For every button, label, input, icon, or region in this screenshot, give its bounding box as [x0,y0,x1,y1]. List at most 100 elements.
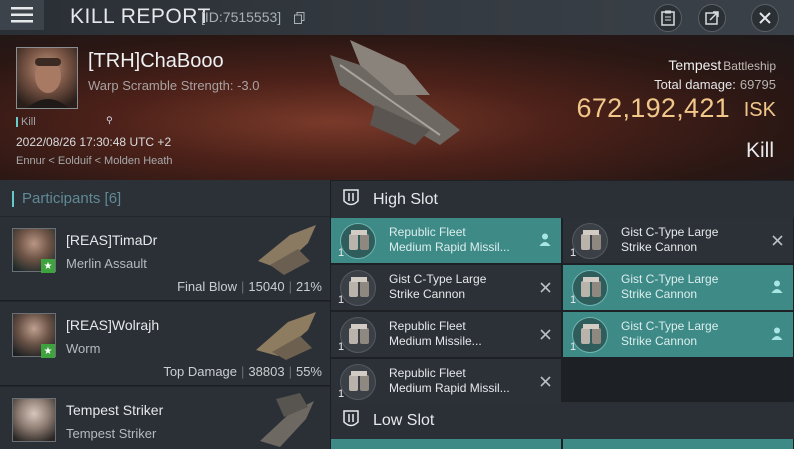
module-name-line1: Gist C-Type Large [389,272,487,286]
high-slot-icon [343,189,359,206]
ship-class: Battleship [723,59,776,73]
high-slot-module[interactable]: 1 Republic Fleet Medium Missile... [331,312,561,357]
module-name-line2: Medium Rapid Missil... [389,381,510,395]
module-name-line2: Medium Missile... [389,334,482,348]
victim-avatar[interactable] [16,47,78,109]
module-name: Gist C-Type Large Strike Cannon [621,319,761,349]
star-icon: ★ [41,344,55,358]
participants-label: Participants [22,190,101,207]
ship-name: Tempest [668,57,722,73]
participant-ship: Worm [66,341,101,356]
top-bar: KILL REPORT [ID:7515553] [0,0,794,35]
module-quantity: 1 [338,247,345,259]
module-quantity: 1 [338,341,345,353]
module-name: Gist C-Type Large Strike Cannon [621,225,761,255]
module-quantity: 1 [570,247,577,259]
high-slot-module[interactable]: 1 Gist C-Type Large Strike Cannon [563,312,793,357]
participant-name: [REAS]TimaDr [66,232,158,248]
module-name-line2: Strike Cannon [621,334,698,348]
participant-stats: Top Damage | 38803 | 55% [163,364,322,379]
participant-role: Top Damage [163,364,238,379]
module-name-line2: Strike Cannon [621,287,698,301]
high-slot-module[interactable]: 1 Republic Fleet Medium Rapid Missil... [331,359,561,404]
kill-datetime: 2022/08/26 17:30:48 UTC +2 [16,135,172,149]
participants-title: Participants [6] [22,190,121,207]
victim-ship-image[interactable] [320,35,470,155]
kill-result: Kill [745,139,774,162]
module-name-line2: Strike Cannon [621,240,698,254]
low-slot-module[interactable] [563,439,793,449]
participant-row[interactable]: Tempest Striker Tempest Striker [0,387,330,449]
victim-banner: [TRH]ChaBooo Warp Scramble Strength: -3.… [0,35,794,180]
low-slot-title: Low Slot [373,412,435,429]
kill-tag-label: Kill [21,116,36,128]
module-icon [340,223,376,259]
hamburger-icon [11,7,33,23]
module-name: Republic Fleet Medium Missile... [389,319,529,349]
participant-percent: 55% [295,364,322,379]
close-button[interactable] [751,4,779,32]
destroyed-x-icon [540,280,551,296]
module-name-line1: Republic Fleet [389,319,466,333]
kill-location[interactable]: Ennur < Eolduif < Molden Heath [16,155,173,167]
module-quantity: 1 [570,341,577,353]
participant-stats: Final Blow | 15040 | 21% [177,279,322,294]
module-icon [340,364,376,400]
participant-row[interactable]: ★ [REAS]Wolrajh Worm Top Damage | 38803 | 55… [0,302,330,386]
module-name-line1: Gist C-Type Large [621,272,719,286]
participant-damage: 15040 [248,279,285,294]
module-name-line1: Republic Fleet [389,366,466,380]
dropped-person-icon [771,280,783,296]
close-icon [759,12,771,24]
module-name-line2: Strike Cannon [389,287,466,301]
clipboard-button[interactable] [654,4,682,32]
high-slot-header[interactable]: High Slot [331,181,794,218]
module-icon [572,317,608,353]
external-link-icon [705,11,719,25]
module-quantity: 1 [338,388,345,400]
module-name-line2: Medium Rapid Missil... [389,240,510,254]
low-slot-icon [343,410,359,427]
victim-ship[interactable]: Tempest Battleship [668,57,776,73]
portrait-image [27,58,69,108]
participant-ship-image [260,393,314,447]
high-slot-module[interactable]: 1 Republic Fleet Medium Rapid Missil... [331,218,561,263]
star-icon: ★ [41,259,55,273]
low-slot-header[interactable]: Low Slot [331,402,794,439]
share-button[interactable] [698,4,726,32]
participants-panel: Participants [6] ★ [REAS]TimaDr Merlin A… [0,180,330,449]
destroyed-x-icon [772,233,783,249]
high-slot-module[interactable]: 1 Gist C-Type Large Strike Cannon [563,265,793,310]
menu-button[interactable] [0,0,44,30]
total-damage-label: Total damage: [654,77,736,92]
high-slot-module[interactable]: 1 Gist C-Type Large Strike Cannon [331,265,561,310]
module-name-line1: Republic Fleet [389,225,466,239]
page-title: KILL REPORT [70,5,211,28]
module-name-line1: Gist C-Type Large [621,319,719,333]
high-slot-module[interactable]: 1 Gist C-Type Large Strike Cannon [563,218,793,263]
isk-label: ISK [743,99,776,121]
module-name: Republic Fleet Medium Rapid Missil... [389,366,529,396]
participant-row[interactable]: ★ [REAS]TimaDr Merlin Assault Final Blow… [0,217,330,301]
fitting-panel: High Slot 1 Republic Fleet Medium Rapid Mi… [331,180,794,449]
module-icon [572,223,608,259]
clipboard-icon [661,10,675,26]
total-damage-value: 69795 [739,77,776,92]
module-name-line1: Gist C-Type Large [621,225,719,239]
participants-header: Participants [6] [0,180,330,216]
participant-ship: Merlin Assault [66,256,147,271]
isk-value: 672,192,421 [576,93,730,123]
participant-damage: 38803 [248,364,285,379]
destroyed-x-icon [540,327,551,343]
search-icon: ⚲ [106,115,113,125]
low-slot-module[interactable] [331,439,561,449]
dropped-person-icon [539,233,551,249]
module-icon [340,317,376,353]
participant-name: [REAS]Wolrajh [66,317,160,333]
participant-name: Tempest Striker [66,402,164,418]
copy-icon[interactable] [294,12,305,24]
warp-scramble-strength: Warp Scramble Strength: -3.0 [88,78,260,93]
kill-report-screen: KILL REPORT [ID:7515553] [TRH]ChaBooo Wa… [0,0,794,449]
kill-id: [ID:7515553] [201,9,282,25]
victim-name[interactable]: [TRH]ChaBooo [88,50,224,73]
